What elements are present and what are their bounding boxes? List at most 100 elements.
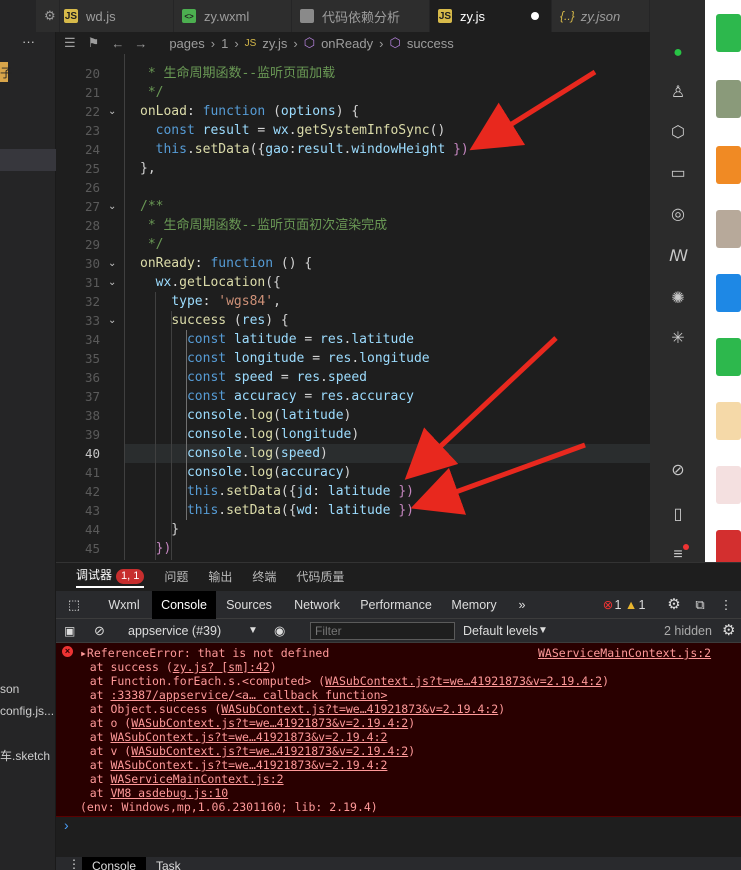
- console-prompt[interactable]: ›: [56, 817, 741, 857]
- code-line[interactable]: 22 ⌄ onLoad: function (options) {: [56, 102, 650, 121]
- gear-icon[interactable]: ⚙: [722, 619, 735, 643]
- sparkle-icon[interactable]: ✳: [669, 330, 687, 348]
- photo-thumbnail[interactable]: [716, 210, 741, 248]
- code-line[interactable]: 42 this.setData({jd: latitude }): [56, 482, 650, 501]
- code-line[interactable]: 20 * 生命周期函数--监听页面加载: [56, 64, 650, 83]
- code-line[interactable]: 40 console.log(speed): [56, 444, 650, 463]
- gear-icon[interactable]: ⚙: [662, 591, 686, 619]
- code-line[interactable]: 21 */: [56, 83, 650, 102]
- code-line[interactable]: 26: [56, 178, 650, 197]
- code-line[interactable]: 35 const longitude = res.longitude: [56, 349, 650, 368]
- sidebar-item[interactable]: 子: [0, 64, 56, 81]
- list-icon[interactable]: ☰: [64, 35, 76, 51]
- stack-trace-line[interactable]: at v (WASubContext.js?t=we…41921873&v=2.…: [62, 744, 741, 758]
- code-line[interactable]: 44 }: [56, 520, 650, 539]
- more-tabs-icon[interactable]: »: [510, 591, 534, 619]
- code-line[interactable]: 23 const result = wx.getSystemInfoSync(): [56, 121, 650, 140]
- stack-trace-line[interactable]: at Function.forEach.s.<computed> (WASubC…: [62, 674, 741, 688]
- tab-terminal[interactable]: 终端: [252, 568, 276, 585]
- more-vertical-icon[interactable]: ⋮: [714, 591, 738, 619]
- app-thumbnail[interactable]: [716, 402, 741, 440]
- aperture-icon[interactable]: ◎: [669, 206, 687, 224]
- chevron-down-icon[interactable]: ▼: [248, 619, 258, 643]
- butterfly-icon[interactable]: ꟿ: [669, 248, 688, 266]
- stack-trace-line[interactable]: at VM8 asdebug.js:10: [62, 786, 741, 800]
- phone-icon[interactable]: ▯: [669, 506, 687, 524]
- breadcrumb-item[interactable]: zy.js: [262, 36, 287, 51]
- tab-partial[interactable]: ⚙: [36, 0, 60, 32]
- stack-trace-line[interactable]: at WAServiceMainContext.js:2: [62, 772, 741, 786]
- code-line[interactable]: 28 * 生命周期函数--监听页面初次渲染完成: [56, 216, 650, 235]
- folder-icon[interactable]: ▭: [669, 165, 687, 183]
- log-levels-select[interactable]: Default levels: [463, 619, 538, 643]
- sidebar-toggle-icon[interactable]: ▣: [64, 619, 75, 643]
- back-arrow-icon[interactable]: ←: [111, 36, 124, 51]
- app-thumbnail[interactable]: [716, 338, 741, 376]
- code-line[interactable]: 41 console.log(accuracy): [56, 463, 650, 482]
- tab-console-drawer[interactable]: Console: [82, 857, 147, 870]
- fold-chevron-icon[interactable]: ⌄: [108, 311, 116, 330]
- breadcrumb-item[interactable]: onReady: [321, 36, 373, 51]
- code-line[interactable]: 24 this.setData({gao:result.windowHeight…: [56, 140, 650, 159]
- link-icon[interactable]: ⊘: [669, 462, 687, 480]
- error-message[interactable]: ▸ReferenceError: that is not defined: [80, 646, 741, 660]
- tab-dependency-analysis[interactable]: 代码依赖分析: [292, 0, 430, 32]
- stack-trace-line[interactable]: (env: Windows,mp,1.06.2301160; lib: 2.19…: [80, 800, 741, 814]
- code-line[interactable]: 29 */: [56, 235, 650, 254]
- unsaved-dot-icon[interactable]: [531, 12, 539, 20]
- tab-wxml[interactable]: Wxml: [96, 591, 152, 619]
- code-line[interactable]: 36 const speed = res.speed: [56, 368, 650, 387]
- more-icon[interactable]: ···: [22, 34, 35, 49]
- sidebar-selected-row[interactable]: [0, 149, 56, 171]
- stack-trace-line[interactable]: at Object.success (WASubContext.js?t=we……: [62, 702, 741, 716]
- dock-icon[interactable]: ⧉: [688, 591, 712, 619]
- tab-zy-json[interactable]: {..} zy.json: [552, 0, 650, 32]
- code-line[interactable]: 32 type: 'wgs84',: [56, 292, 650, 311]
- code-line[interactable]: 45 }): [56, 539, 650, 558]
- wechat-app-icon[interactable]: [716, 14, 741, 52]
- code-line[interactable]: 30 ⌄ onReady: function () {: [56, 254, 650, 273]
- breadcrumb-item[interactable]: 1: [221, 36, 228, 51]
- code-line[interactable]: 37 const accuracy = res.accuracy: [56, 387, 650, 406]
- context-select[interactable]: appservice (#39): [128, 619, 221, 643]
- app-thumbnail[interactable]: [716, 146, 741, 184]
- code-line[interactable]: 31 ⌄ wx.getLocation({: [56, 273, 650, 292]
- mail-app-icon[interactable]: [716, 274, 741, 312]
- sidebar-item[interactable]: 车.sketch: [0, 747, 56, 764]
- stack-trace-line[interactable]: at WASubContext.js?t=we…41921873&v=2.19.…: [62, 730, 741, 744]
- tab-code-quality[interactable]: 代码质量: [296, 568, 344, 585]
- forward-arrow-icon[interactable]: →: [134, 36, 147, 51]
- code-line[interactable]: 27 ⌄ /**: [56, 197, 650, 216]
- bookmark-icon[interactable]: ⚑: [88, 35, 100, 51]
- clear-console-icon[interactable]: ⊘: [94, 619, 105, 643]
- inspect-icon[interactable]: ⬚: [62, 591, 86, 619]
- sidebar-item[interactable]: son: [0, 682, 56, 696]
- atom-icon[interactable]: ✺: [669, 290, 687, 308]
- cube-icon[interactable]: ⬡: [669, 124, 687, 142]
- photo-thumbnail[interactable]: [716, 80, 741, 118]
- filter-input[interactable]: [310, 622, 455, 640]
- chevron-down-icon[interactable]: ▼: [538, 619, 548, 643]
- breadcrumb-item[interactable]: pages: [169, 36, 204, 51]
- tab-console[interactable]: Console: [152, 591, 216, 619]
- breadcrumb-item[interactable]: success: [407, 36, 454, 51]
- tab-network[interactable]: Network: [286, 591, 348, 619]
- code-editor[interactable]: 20 * 生命周期函数--监听页面加载 21 */22 ⌄ onLoad: funct…: [56, 54, 650, 560]
- code-line[interactable]: 33 ⌄ success (res) {: [56, 311, 650, 330]
- stack-trace-line[interactable]: at success (zy.js? [sm]:42): [62, 660, 741, 674]
- user-icon[interactable]: ♙: [669, 84, 687, 102]
- chat-icon[interactable]: ●: [669, 44, 687, 62]
- code-line[interactable]: 39 console.log(longitude): [56, 425, 650, 444]
- stack-trace-line[interactable]: at :33387/appservice/<a… callback functi…: [62, 688, 741, 702]
- code-line[interactable]: 34 const latitude = res.latitude: [56, 330, 650, 349]
- stack-trace-line[interactable]: at WASubContext.js?t=we…41921873&v=2.19.…: [62, 758, 741, 772]
- eye-icon[interactable]: ◉: [274, 619, 285, 643]
- fold-chevron-icon[interactable]: ⌄: [108, 254, 116, 273]
- app-thumbnail[interactable]: [716, 466, 741, 504]
- tab-task[interactable]: Task: [156, 857, 181, 870]
- code-line[interactable]: 43 this.setData({wd: latitude }): [56, 501, 650, 520]
- tab-output[interactable]: 输出: [208, 568, 232, 585]
- tab-memory[interactable]: Memory: [446, 591, 502, 619]
- fold-chevron-icon[interactable]: ⌄: [108, 102, 116, 121]
- tab-wd-js[interactable]: JS wd.js: [60, 0, 174, 32]
